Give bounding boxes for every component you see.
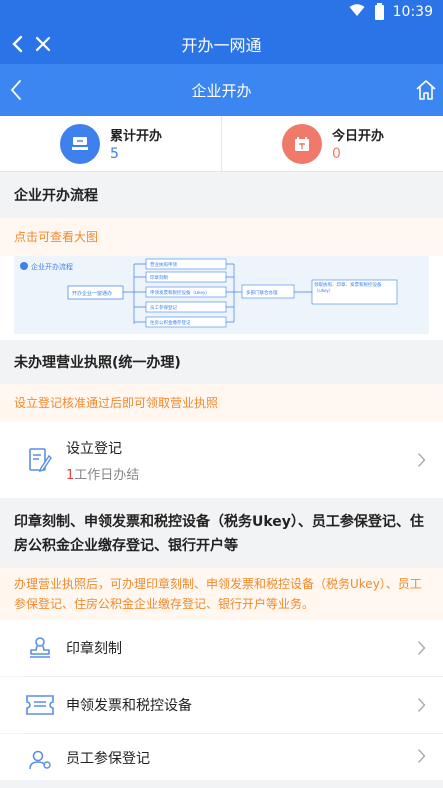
calendar-icon [282,123,322,164]
registration-duration: 1工作日办结 [66,464,413,483]
others-hint: 办理营业执照后，可办理印章刻制、申领发票和税控设备（税务Ukey）、员工参保登记… [0,568,443,620]
invoice-ticket-icon [24,693,56,717]
page-header: 企业开办 [0,64,443,116]
insurance-label: 员工参保登记 [66,751,150,767]
home-icon[interactable] [415,79,437,105]
duration-suffix: 工作日办结 [74,467,140,483]
chevron-right-icon [413,452,429,468]
flow-step-3: 申领发票和税控设备（Ukey） [150,289,210,296]
flow-step-4: 员工参保登记 [150,304,177,311]
list-item-seal-engraving[interactable]: 印章刻制 [0,620,443,676]
flow-diagram-container[interactable]: 企业开办流程 开办企业一窗通办 营业执照申领 印章刻制 申领发票和税控设备（Uk… [0,256,443,340]
page-title: 企业开办 [191,81,252,100]
back-button[interactable] [0,35,34,53]
app-bar: 开办一网通 [0,24,443,64]
flow-hint: 点击可查看大图 [0,218,443,256]
stat-total-label: 累计开办 [110,129,163,144]
flow-end2: 领取执照、印章、发票和税控设备（Ukey） [314,282,382,293]
license-section-title: 未办理营业执照(统一办理) [0,340,443,384]
chevron-right-icon [413,640,429,656]
close-button[interactable] [34,35,64,53]
flow-logo: 企业开办流程 [31,262,73,271]
stat-today-label: 今日开办 [332,129,385,144]
stamp-hand-icon [60,123,100,164]
chevron-right-icon [413,748,429,764]
status-bar: 10:39 [0,0,443,24]
flow-step-2: 印章刻制 [150,274,168,281]
app-title: 开办一网通 [181,36,262,55]
list-item-invoice-tax-device[interactable]: 申领发票和税控设备 [0,677,443,733]
bottom-edge [0,780,443,788]
stat-today: 今日开办 0 [221,116,443,171]
seal-icon [24,636,56,660]
others-section-title: 印章刻制、申领发票和税控设备（税务Ukey）、员工参保登记、住房公积金企业缴存登… [0,498,443,568]
list-item-employee-insurance[interactable]: 员工参保登记 [0,734,443,782]
invoice-label: 申领发票和税控设备 [66,698,192,714]
battery-icon [374,2,384,20]
flow-step-5: 住房公积金缴存登记 [150,319,191,326]
wifi-icon [349,3,365,21]
stat-total-value: 5 [110,146,119,162]
stats-panel: 累计开办 5 今日开办 0 [0,116,443,172]
employee-icon [24,748,56,772]
flow-step-1: 营业执照申领 [150,261,177,268]
page-back-button[interactable] [0,79,40,101]
seal-label: 印章刻制 [66,641,122,657]
registration-label: 设立登记 [66,440,122,457]
chevron-right-icon [413,697,429,713]
flow-section-title: 企业开办流程 [0,172,443,218]
list-item-establish-registration[interactable]: 设立登记 1工作日办结 [0,422,443,498]
license-hint: 设立登记核准通过后即可领取营业执照 [0,384,443,422]
flow-start: 开办企业一窗通办 [72,290,112,297]
stat-total: 累计开办 5 [0,116,221,171]
flow-end1: 多部门联合办理 [246,289,278,296]
document-edit-icon [24,446,56,474]
flow-diagram[interactable]: 企业开办流程 开办企业一窗通办 营业执照申领 印章刻制 申领发票和税控设备（Uk… [14,256,429,334]
stat-today-value: 0 [332,146,341,162]
status-time: 10:39 [392,4,433,20]
